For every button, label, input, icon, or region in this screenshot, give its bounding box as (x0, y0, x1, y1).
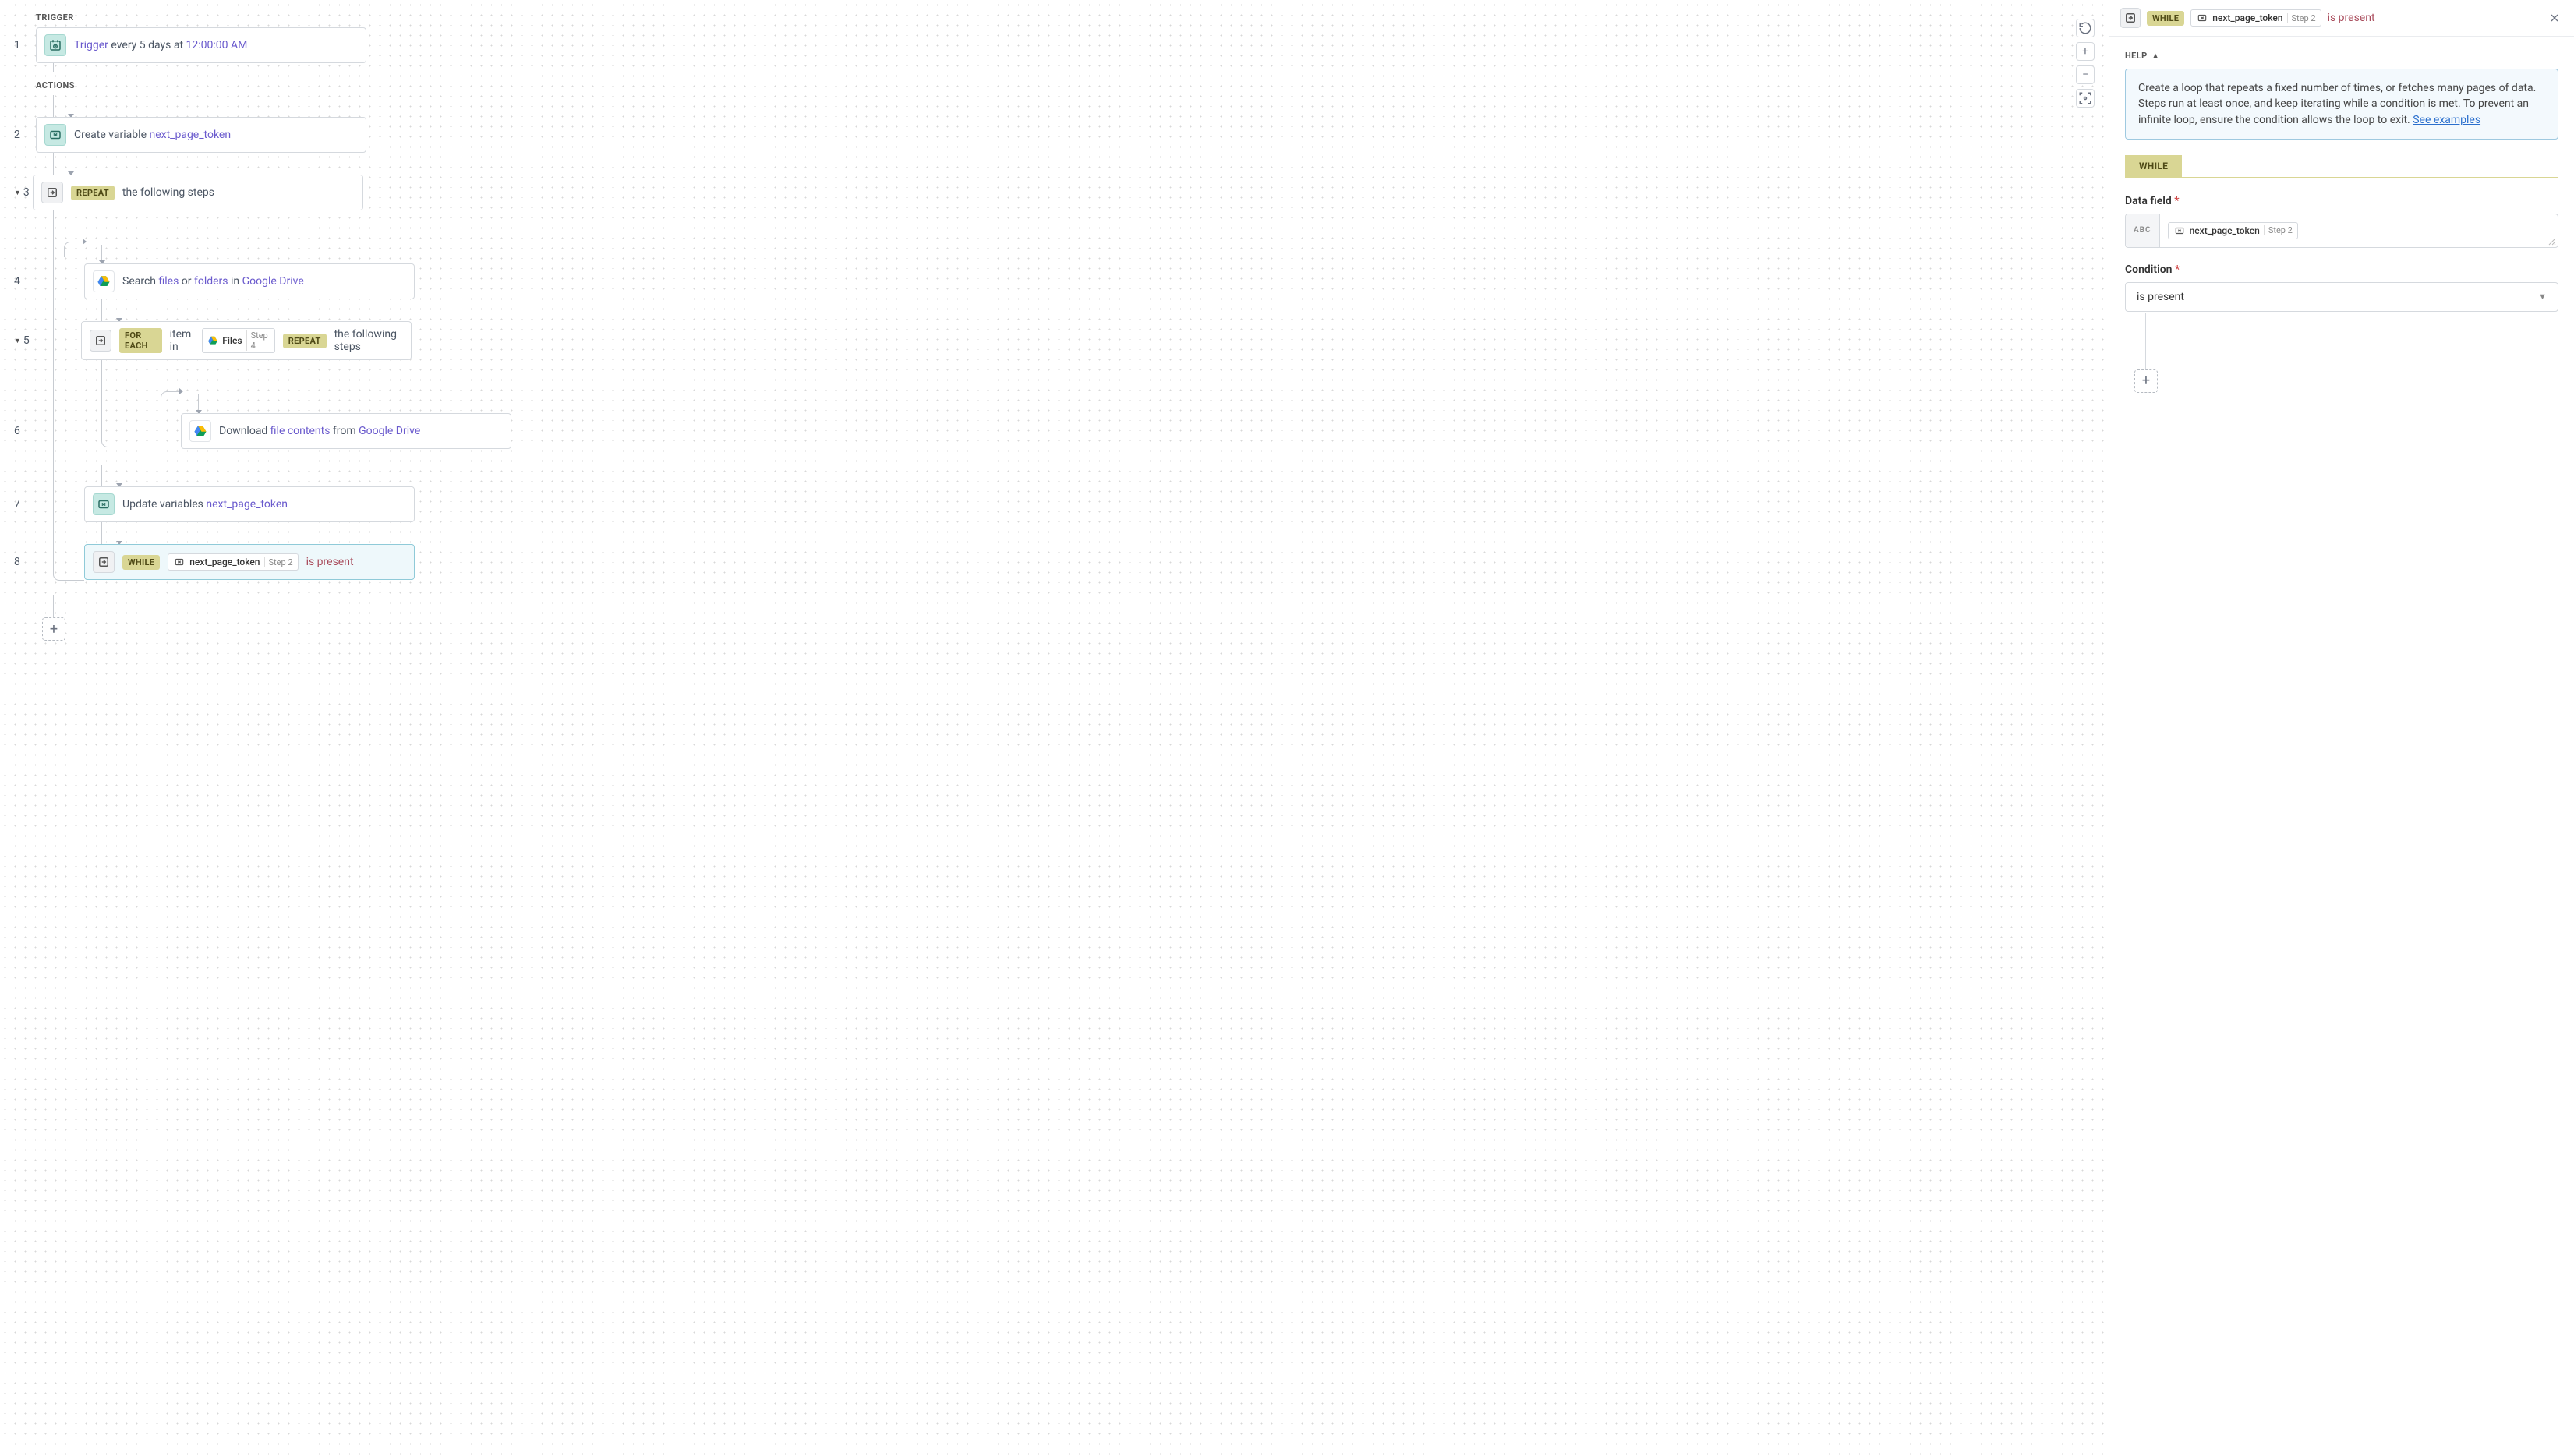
condition-select[interactable]: is present ▼ (2125, 282, 2558, 312)
step-collapse-toggle[interactable]: ▼3 (14, 186, 31, 199)
step-collapse-toggle[interactable]: ▼5 (14, 334, 31, 347)
search-drive-card[interactable]: Search files or folders in Google Drive (84, 263, 415, 299)
condition-label: Condition * (2125, 263, 2558, 276)
step-detail-panel: WHILE next_page_token Step 2 is present … (2109, 0, 2574, 1456)
zoom-out-button[interactable]: − (2076, 65, 2095, 84)
download-file-text: Download file contents from Google Drive (219, 425, 420, 437)
while-card[interactable]: WHILE next_page_token Step 2 is present (84, 544, 415, 580)
update-variable-card[interactable]: Update variables next_page_token (84, 486, 415, 522)
google-drive-icon (189, 420, 211, 442)
repeat-tag: REPEAT (71, 186, 115, 200)
trigger-text: Trigger every 5 days at 12:00:00 AM (74, 39, 247, 51)
while-tag: WHILE (2147, 11, 2184, 26)
help-toggle[interactable]: HELP ▲ (2125, 51, 2558, 61)
add-condition-button[interactable]: + (2134, 369, 2158, 393)
variable-icon (2173, 224, 2186, 237)
condition-value: is present (2137, 291, 2184, 303)
header-condition-text: is present (2328, 12, 2375, 24)
field-type-indicator: ABC (2126, 214, 2160, 247)
google-drive-icon (93, 270, 115, 292)
resize-handle-icon[interactable] (2548, 238, 2556, 246)
step-number: 7 (14, 498, 31, 511)
chevron-down-icon: ▼ (2538, 292, 2547, 302)
loop-icon (90, 330, 111, 352)
loop-icon (41, 182, 63, 203)
foreach-tag: FOR EACH (119, 328, 162, 353)
data-field-input[interactable]: ABC next_page_token Step 2 (2125, 214, 2558, 248)
trigger-section-label: TRIGGER (36, 12, 2077, 23)
while-tag: WHILE (122, 555, 160, 570)
config-tabs: WHILE (2125, 155, 2558, 178)
variable-icon (173, 556, 186, 568)
step-number: 8 (14, 556, 31, 568)
update-variable-text: Update variables next_page_token (122, 498, 288, 511)
chevron-up-icon: ▲ (2152, 51, 2159, 60)
search-drive-text: Search files or folders in Google Drive (122, 275, 304, 288)
google-drive-icon (207, 334, 218, 347)
create-variable-card[interactable]: Create variable next_page_token (36, 117, 366, 153)
step-number: 2 (14, 129, 31, 141)
foreach-card[interactable]: FOR EACH item in Files Step 4 REPEAT the… (81, 321, 412, 360)
trigger-card[interactable]: Trigger every 5 days at 12:00:00 AM (36, 27, 366, 63)
add-step-button[interactable]: + (42, 617, 65, 641)
token-pill[interactable]: next_page_token Step 2 (168, 553, 298, 571)
panel-header: WHILE next_page_token Step 2 is present (2109, 0, 2574, 37)
step-number: 4 (14, 275, 31, 288)
data-field-label: Data field * (2125, 195, 2558, 207)
create-variable-text: Create variable next_page_token (74, 129, 231, 141)
loop-icon (93, 551, 115, 573)
repeat-card[interactable]: REPEAT the following steps (33, 175, 363, 210)
while-tab[interactable]: WHILE (2125, 155, 2182, 177)
download-file-card[interactable]: Download file contents from Google Drive (181, 413, 511, 449)
token-pill[interactable]: next_page_token Step 2 (2168, 222, 2298, 239)
token-pill[interactable]: next_page_token Step 2 (2190, 9, 2321, 27)
files-pill[interactable]: Files Step 4 (202, 328, 274, 353)
scheduler-icon (44, 34, 66, 56)
foreach-post-text: the following steps (334, 328, 403, 353)
variable-icon (44, 124, 66, 146)
fit-button[interactable] (2076, 89, 2095, 108)
help-description: Create a loop that repeats a fixed numbe… (2125, 69, 2558, 140)
loop-icon (2120, 8, 2141, 28)
variable-icon (2196, 12, 2208, 24)
zoom-in-button[interactable]: + (2076, 42, 2095, 61)
step-number: 1 (14, 39, 31, 51)
undo-button[interactable] (2076, 19, 2095, 37)
while-condition-text: is present (306, 556, 354, 568)
foreach-pre-text: item in (170, 328, 195, 353)
actions-section-label: ACTIONS (36, 80, 2077, 90)
repeat-tag: REPEAT (283, 334, 327, 348)
variable-icon (93, 493, 115, 515)
repeat-text: the following steps (122, 186, 214, 199)
close-panel-button[interactable] (2546, 9, 2563, 27)
see-examples-link[interactable]: See examples (2413, 114, 2480, 126)
workflow-canvas[interactable]: + − TRIGGER 1 Trigger every 5 days at 12… (0, 0, 2109, 1456)
step-number: 6 (14, 425, 31, 437)
